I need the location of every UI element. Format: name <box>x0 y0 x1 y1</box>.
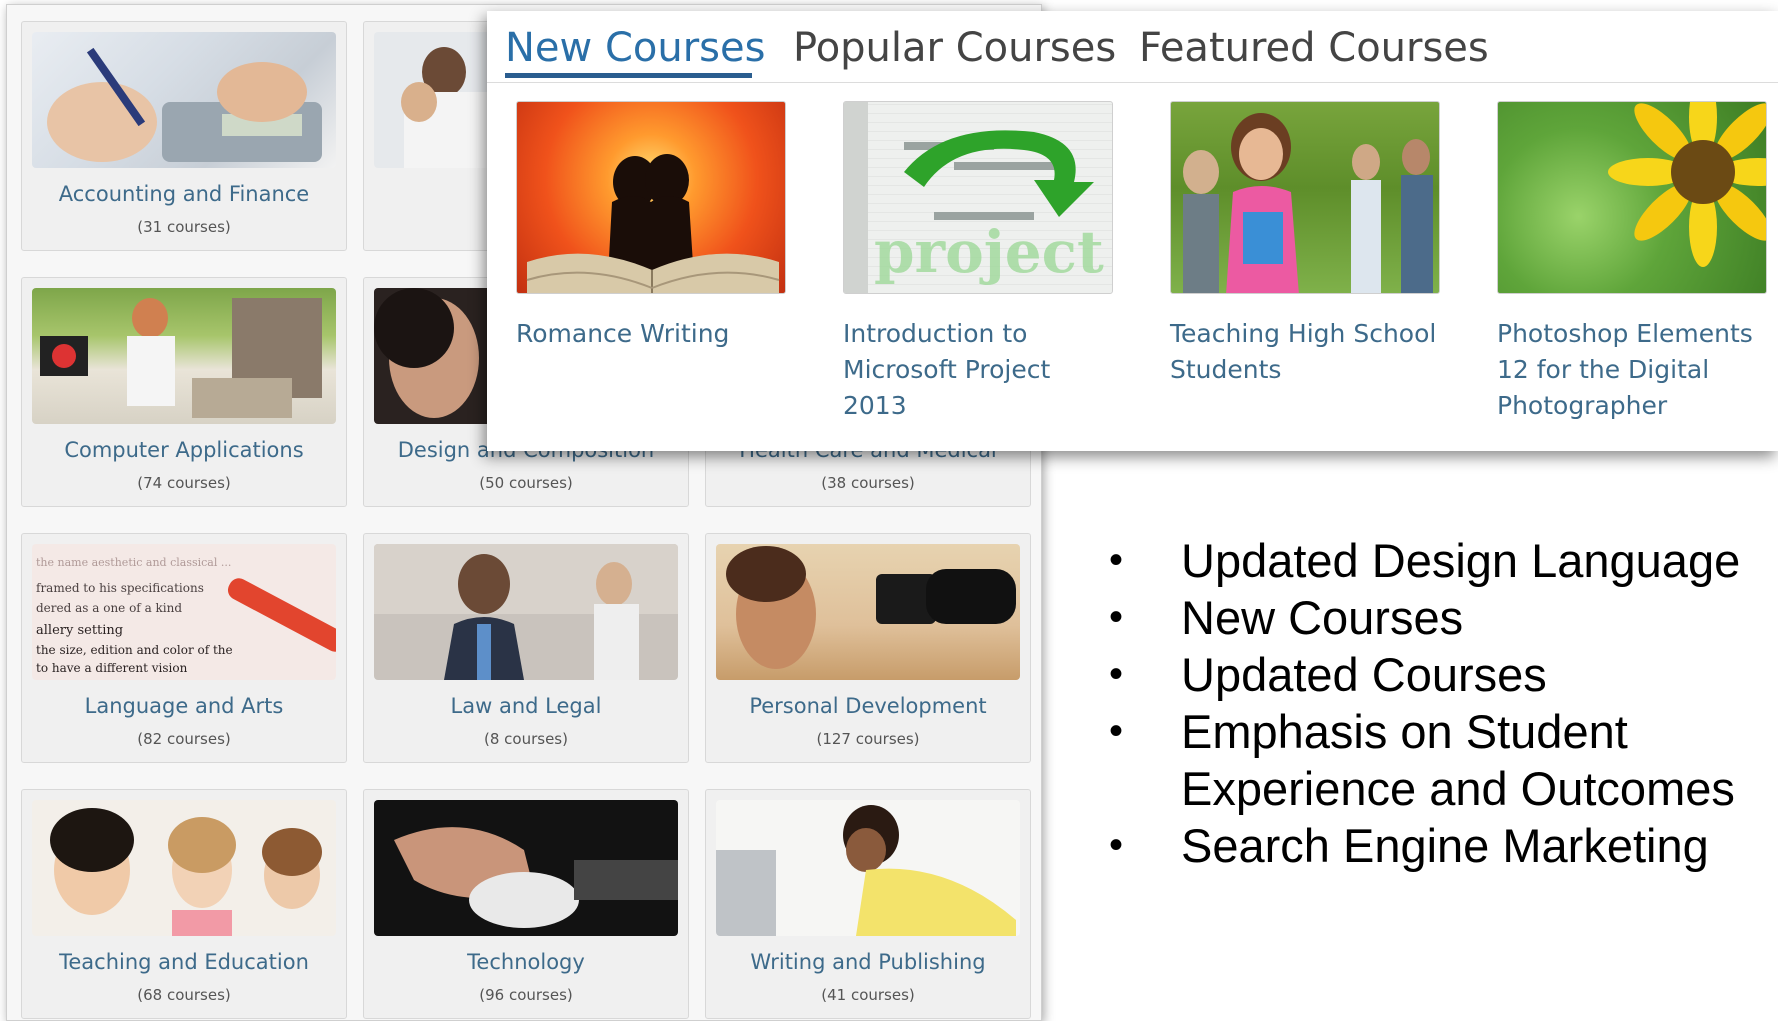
svg-text:to have a different vision: to have a different vision <box>36 661 188 675</box>
category-name: Law and Legal <box>450 694 602 718</box>
course-tab-bar: New Courses Popular Courses Featured Cou… <box>487 11 1778 83</box>
bullet-dot-icon: • <box>1109 595 1124 639</box>
category-count: (127 courses) <box>816 730 920 748</box>
course-card-teaching-high-school[interactable]: Teaching High School Students <box>1170 101 1442 388</box>
category-card-law[interactable]: Law and Legal (8 courses) <box>363 533 689 763</box>
active-tab-underline <box>505 73 752 78</box>
category-count: (96 courses) <box>479 986 573 1004</box>
technology-photo <box>374 800 678 936</box>
svg-text:the size, edition and color of: the size, edition and color of the <box>36 643 233 657</box>
svg-text:allery setting: allery setting <box>36 623 123 638</box>
category-name: Teaching and Education <box>59 950 309 974</box>
law-photo <box>374 544 678 680</box>
category-card-personal-development[interactable]: Personal Development (127 courses) <box>705 533 1031 763</box>
accounting-photo <box>32 32 336 168</box>
bullet-item: • Updated Courses <box>1100 646 1778 703</box>
personal-development-photo <box>716 544 1020 680</box>
project-watermark-text: project <box>874 218 1104 286</box>
computer-applications-photo <box>32 288 336 424</box>
teaching-photo <box>32 800 336 936</box>
bullet-item: • Updated Design Language <box>1100 532 1778 589</box>
bullet-text: Updated Courses <box>1181 648 1547 701</box>
writing-photo <box>716 800 1020 936</box>
category-count: (68 courses) <box>137 986 231 1004</box>
course-title: Photoshop Elements 12 for the Digital Ph… <box>1497 319 1753 420</box>
category-count: (38 courses) <box>821 474 915 492</box>
bullet-dot-icon: • <box>1109 652 1124 696</box>
photoshop-elements-image <box>1497 101 1767 294</box>
bullet-text: Emphasis on Student Experience and Outco… <box>1181 705 1735 815</box>
ms-project-image: project <box>843 101 1113 294</box>
category-count: (41 courses) <box>821 986 915 1004</box>
tab-featured-courses[interactable]: Featured Courses <box>1139 25 1489 81</box>
bullet-dot-icon: • <box>1109 709 1124 753</box>
category-name: Accounting and Finance <box>58 182 310 206</box>
category-card-writing[interactable]: Writing and Publishing (41 courses) <box>705 789 1031 1019</box>
category-count: (50 courses) <box>479 474 573 492</box>
bullet-text: New Courses <box>1181 591 1464 644</box>
course-title: Romance Writing <box>516 319 730 348</box>
language-photo: the name aesthetic and classical ... fra… <box>32 544 336 680</box>
bullet-item: • Emphasis on Student Experience and Out… <box>1100 703 1778 817</box>
category-card-computer-applications[interactable]: Computer Applications (74 courses) <box>21 277 347 507</box>
category-card-accounting[interactable]: Accounting and Finance (31 courses) <box>21 21 347 251</box>
course-title: Teaching High School Students <box>1170 319 1437 384</box>
bullet-item: • Search Engine Marketing <box>1100 817 1778 874</box>
course-card-romance-writing[interactable]: Romance Writing <box>516 101 788 352</box>
category-card-technology[interactable]: Technology (96 courses) <box>363 789 689 1019</box>
bullet-dot-icon: • <box>1109 538 1124 582</box>
category-count: (31 courses) <box>137 218 231 236</box>
bullet-text: Updated Design Language <box>1181 534 1741 587</box>
course-title: Introduction to Microsoft Project 2013 <box>843 319 1051 420</box>
svg-text:the name aesthetic and classic: the name aesthetic and classical ... <box>36 556 231 569</box>
feature-bullet-list: • Updated Design Language • New Courses … <box>1100 532 1778 874</box>
teaching-high-school-image <box>1170 101 1440 294</box>
bullet-text: Search Engine Marketing <box>1181 819 1709 872</box>
course-card-ms-project[interactable]: project Introduction to Microsoft Projec… <box>843 101 1115 424</box>
bullet-item: • New Courses <box>1100 589 1778 646</box>
svg-text:framed to his specifications: framed to his specifications <box>36 581 204 595</box>
romance-writing-image <box>516 101 786 294</box>
category-count: (74 courses) <box>137 474 231 492</box>
category-card-teaching[interactable]: Teaching and Education (68 courses) <box>21 789 347 1019</box>
category-name: Writing and Publishing <box>750 950 986 974</box>
category-card-language[interactable]: the name aesthetic and classical ... fra… <box>21 533 347 763</box>
tab-popular-courses[interactable]: Popular Courses <box>793 25 1116 81</box>
category-count: (82 courses) <box>137 730 231 748</box>
category-name: Personal Development <box>749 694 987 718</box>
course-tabs-panel: New Courses Popular Courses Featured Cou… <box>487 11 1778 451</box>
course-card-photoshop-elements[interactable]: Photoshop Elements 12 for the Digital Ph… <box>1497 101 1769 424</box>
bullet-dot-icon: • <box>1109 823 1124 867</box>
category-count: (8 courses) <box>484 730 568 748</box>
category-name: Language and Arts <box>84 694 284 718</box>
svg-text:dered as a one of a kind: dered as a one of a kind <box>36 601 182 615</box>
category-name: Computer Applications <box>64 438 304 462</box>
category-name: Technology <box>467 950 585 974</box>
